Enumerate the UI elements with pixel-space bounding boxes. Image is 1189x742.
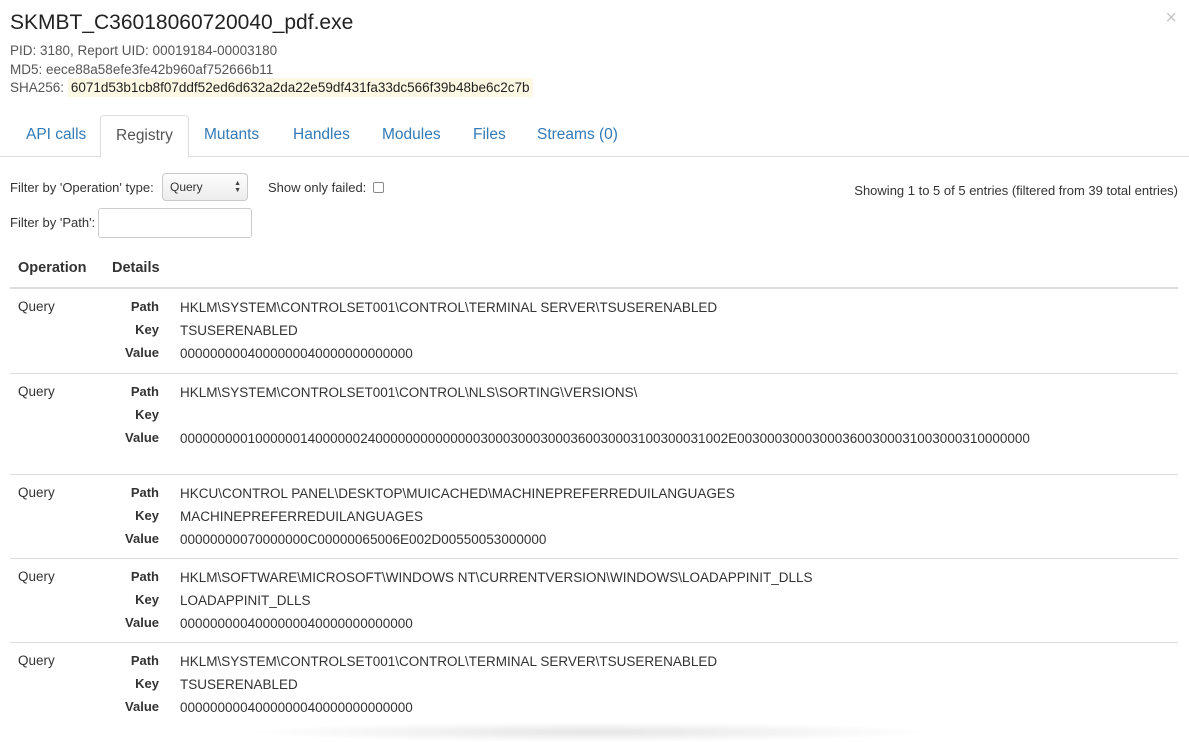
path-label: Path — [130, 653, 159, 668]
md5-line: MD5: eece88a58efe3fe42b960af752666b11 — [10, 62, 274, 77]
row-operation: Query — [18, 485, 55, 500]
path-label: Path — [130, 384, 159, 399]
row-key: LOADAPPINIT_DLLS — [180, 593, 311, 608]
row-path: HKLM\SYSTEM\CONTROLSET001\CONTROL\TERMIN… — [180, 654, 718, 669]
operation-filter-select[interactable]: Query ▲ ▼ — [162, 173, 248, 201]
row-path: HKCU\CONTROL PANEL\DESKTOP\MUICACHED\MAC… — [180, 486, 735, 501]
report-tabs: API calls Registry Mutants Handles Modul… — [0, 115, 1189, 158]
sha256-label: SHA256: — [10, 80, 65, 95]
tab-handles[interactable]: Handles — [278, 115, 365, 157]
row-path: HKLM\SYSTEM\CONTROLSET001\CONTROL\NLS\SO… — [180, 385, 638, 400]
table-row: Query Path HKCU\CONTROL PANEL\DESKTOP\MU… — [10, 474, 1178, 559]
row-value: 00000000070000000C00000065006E002D005500… — [180, 532, 547, 547]
row-operation: Query — [18, 299, 55, 314]
dialog-title: SKMBT_C36018060720040_pdf.exe — [10, 11, 354, 34]
select-arrows-icon: ▲ ▼ — [234, 180, 241, 194]
table-row: Query Path HKLM\SOFTWARE\MICROSOFT\WINDO… — [10, 558, 1178, 643]
row-operation: Query — [18, 384, 55, 399]
value-label: Value — [125, 345, 159, 360]
row-value: 0000000004000000040000000000000 — [180, 616, 413, 631]
sha256-value: 6071d53b1cb8f07ddf52ed6d632a2da22e59df43… — [67, 78, 533, 97]
value-label: Value — [125, 615, 159, 630]
show-failed-label: Show only failed: — [268, 180, 367, 195]
path-filter-label: Filter by 'Path': — [10, 215, 96, 230]
value-label: Value — [125, 430, 159, 445]
path-label: Path — [130, 569, 159, 584]
tab-mutants[interactable]: Mutants — [189, 115, 274, 157]
column-header-details[interactable]: Details — [112, 260, 160, 276]
path-label: Path — [130, 299, 159, 314]
table-row: Query Path HKLM\SYSTEM\CONTROLSET001\CON… — [10, 289, 1178, 373]
table-row: Query Path HKLM\SYSTEM\CONTROLSET001\CON… — [10, 373, 1178, 475]
key-label: Key — [135, 322, 159, 337]
key-label: Key — [135, 676, 159, 691]
key-label: Key — [135, 407, 159, 422]
pid-line: PID: 3180, Report UID: 00019184-00003180 — [10, 43, 278, 58]
key-label: Key — [135, 508, 159, 523]
scroll-shadow — [240, 722, 940, 742]
row-path: HKLM\SYSTEM\CONTROLSET001\CONTROL\TERMIN… — [180, 300, 718, 315]
show-failed-checkbox[interactable] — [373, 182, 384, 193]
tab-registry[interactable]: Registry — [100, 115, 189, 158]
sha256-line: SHA256: 6071d53b1cb8f07ddf52ed6d632a2da2… — [10, 78, 533, 97]
path-filter-input[interactable] — [98, 208, 252, 238]
value-label: Value — [125, 531, 159, 546]
tab-files[interactable]: Files — [458, 115, 521, 157]
row-key: MACHINEPREFERREDUILANGUAGES — [180, 509, 424, 524]
close-icon[interactable]: × — [1165, 8, 1177, 28]
tab-streams[interactable]: Streams (0) — [522, 115, 633, 157]
operation-filter-value: Query — [170, 180, 203, 194]
row-operation: Query — [18, 653, 55, 668]
value-label: Value — [125, 699, 159, 714]
row-value: 0000000004000000040000000000000 — [180, 346, 413, 361]
row-path: HKLM\SOFTWARE\MICROSOFT\WINDOWS NT\CURRE… — [180, 570, 813, 585]
key-label: Key — [135, 592, 159, 607]
row-operation: Query — [18, 569, 55, 584]
row-value: 0000000001000000140000002400000000000000… — [180, 431, 1030, 446]
row-key: TSUSERENABLED — [180, 323, 298, 338]
row-value: 0000000004000000040000000000000 — [180, 700, 413, 715]
tab-api-calls[interactable]: API calls — [11, 115, 101, 157]
operation-filter-label: Filter by 'Operation' type: — [10, 180, 154, 195]
column-header-operation[interactable]: Operation — [18, 260, 86, 276]
tab-modules[interactable]: Modules — [367, 115, 456, 157]
row-key: TSUSERENABLED — [180, 677, 298, 692]
entries-info: Showing 1 to 5 of 5 entries (filtered fr… — [854, 183, 1178, 198]
path-label: Path — [130, 485, 159, 500]
table-row: Query Path HKLM\SYSTEM\CONTROLSET001\CON… — [10, 642, 1178, 727]
